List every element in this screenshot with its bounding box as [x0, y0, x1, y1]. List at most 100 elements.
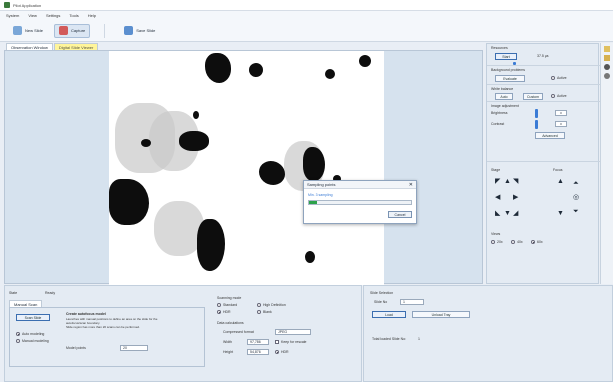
- menu-help[interactable]: Help: [88, 13, 96, 18]
- toolbar: New Slide Capture Save Slide: [0, 20, 613, 42]
- close-icon[interactable]: ✕: [409, 181, 413, 189]
- stage-down-left-icon[interactable]: ◣: [495, 210, 500, 217]
- custom-button[interactable]: Custom: [523, 93, 543, 100]
- focus-fine-up-icon[interactable]: ⏶: [573, 180, 579, 187]
- views-title: Views: [491, 232, 501, 236]
- evaluate-button[interactable]: Evaluate: [495, 75, 525, 82]
- stage-down-icon[interactable]: ▼: [504, 210, 511, 217]
- focus-up-icon[interactable]: ▲: [557, 178, 564, 185]
- contrast-slider[interactable]: [535, 120, 538, 129]
- menu-settings[interactable]: Settings: [46, 13, 60, 18]
- settings-icon[interactable]: [604, 64, 610, 70]
- slide-viewer[interactable]: [4, 50, 483, 285]
- create-model-title: Create autofocus model: [66, 312, 106, 316]
- stage-title: Stage: [491, 168, 501, 172]
- menu-bar: System View Settings Tools Help: [0, 11, 613, 20]
- brightness-input[interactable]: 0: [555, 110, 567, 116]
- compressed-format-label: Compressed format: [223, 330, 254, 334]
- create-model-desc-3: Slide region has more than 20 scans can …: [66, 325, 140, 329]
- new-slide-button[interactable]: New Slide: [8, 24, 48, 38]
- progress-fill: [309, 201, 318, 204]
- manual-modeling-radio[interactable]: [16, 339, 20, 343]
- focus-down-icon[interactable]: ▼: [557, 210, 564, 217]
- white-balance-section: White balance Auto Custom Active: [487, 85, 600, 102]
- resources-value: 37.5 µs: [537, 54, 549, 58]
- scanning-mode-title: Scanning mode: [217, 296, 242, 300]
- resources-title: Resources: [491, 46, 508, 50]
- stage-right-icon[interactable]: ▶: [513, 194, 518, 201]
- resources-start-button[interactable]: Start: [495, 53, 517, 60]
- dialog-title: Sampling points: [307, 182, 336, 187]
- wb-active-radio[interactable]: [551, 94, 555, 98]
- mode-hdr-radio[interactable]: [217, 310, 221, 314]
- window-title: Pilot Application: [13, 2, 42, 8]
- background-title: Background problems: [491, 68, 526, 72]
- image-adjustment-section: Image adjustment Brightness 0 Contrast 0…: [487, 102, 600, 162]
- background-section: Background problems Evaluate Active: [487, 66, 600, 85]
- total-loaded-label: Total loaded Slide No:: [372, 337, 407, 341]
- auto-modeling-radio[interactable]: [16, 332, 20, 336]
- brightness-slider[interactable]: [535, 109, 538, 118]
- image-icon[interactable]: [604, 55, 610, 61]
- unload-tray-button[interactable]: Unload Tray: [412, 311, 470, 318]
- view-20x-radio[interactable]: [491, 240, 495, 244]
- stage-up-left-icon[interactable]: ◤: [495, 178, 500, 185]
- manual-scan-group: Scan Slide Create autofocus model Launch…: [9, 307, 205, 367]
- app-icon: [4, 2, 10, 8]
- white-balance-title: White balance: [491, 87, 514, 91]
- model-points-input[interactable]: 20: [120, 345, 148, 351]
- tab-observation-window[interactable]: Observation Window: [6, 43, 53, 50]
- stage-up-right-icon[interactable]: ◥: [513, 178, 518, 185]
- focus-center-icon[interactable]: ◎: [573, 194, 579, 201]
- scan-slide-button[interactable]: Scan Slide: [16, 314, 50, 321]
- tab-digital-slide-viewer[interactable]: Digital Slide Viewer: [53, 43, 99, 50]
- focus-title: Focus: [553, 168, 563, 172]
- slide-image[interactable]: [109, 51, 384, 285]
- menu-view[interactable]: View: [28, 13, 37, 18]
- resources-slider[interactable]: [513, 62, 516, 65]
- cancel-button[interactable]: Cancel: [388, 211, 412, 218]
- compressed-format-select[interactable]: JPEG: [275, 329, 311, 335]
- view-40x-radio[interactable]: [511, 240, 515, 244]
- slide-no-input[interactable]: 1: [400, 299, 424, 305]
- stage-left-icon[interactable]: ◀: [495, 194, 500, 201]
- active-radio[interactable]: [551, 76, 555, 80]
- mode-hdr-label: HDR: [223, 310, 231, 314]
- auto-button[interactable]: Auto: [495, 93, 513, 100]
- total-loaded-value: 1: [418, 337, 420, 341]
- mode-standard-radio[interactable]: [217, 303, 221, 307]
- width-input[interactable]: 97,786: [247, 339, 269, 345]
- menu-system[interactable]: System: [6, 13, 19, 18]
- keep-ratio-label: Keep for rescale: [281, 340, 307, 344]
- width-label: Width: [223, 340, 232, 344]
- capture-button[interactable]: Capture: [54, 23, 91, 38]
- contrast-input[interactable]: 0: [555, 121, 567, 127]
- mode-blank-radio[interactable]: [257, 310, 261, 314]
- scanning-options-group: Scanning mode Standard High Definition H…: [213, 294, 359, 374]
- view-60x-radio[interactable]: [531, 240, 535, 244]
- focus-fine-down-icon[interactable]: ⏷: [573, 208, 579, 215]
- toolbar-divider: [104, 23, 106, 38]
- gear-icon[interactable]: [604, 73, 610, 79]
- slide-selection-title: Slide Selection: [370, 291, 394, 295]
- menu-tools[interactable]: Tools: [69, 13, 78, 18]
- contrast-label: Contrast: [491, 122, 505, 126]
- dialog-title-bar: Sampling points ✕: [304, 181, 416, 189]
- capture-icon: [59, 26, 69, 35]
- advanced-button[interactable]: Advanced: [535, 132, 565, 139]
- stage-up-icon[interactable]: ▲: [504, 178, 511, 185]
- auto-modeling-label: Auto modeling: [22, 332, 45, 336]
- save-slide-button[interactable]: Save Slide: [119, 24, 160, 38]
- tab-manual-scan[interactable]: Manual Scan: [9, 300, 43, 307]
- folder-icon[interactable]: [604, 46, 610, 52]
- keep-ratio-checkbox[interactable]: [275, 340, 279, 344]
- mode-high-radio[interactable]: [257, 303, 261, 307]
- sampling-progress-bar: [308, 200, 412, 205]
- height-input[interactable]: 54,876: [247, 349, 269, 355]
- stage-down-right-icon[interactable]: ◢: [513, 210, 518, 217]
- height-label: Height: [223, 350, 234, 354]
- image-adjustment-title: Image adjustment: [491, 104, 519, 108]
- active-label: Active: [557, 76, 567, 80]
- hdr-radio[interactable]: [275, 350, 279, 354]
- load-button[interactable]: Load: [372, 311, 406, 318]
